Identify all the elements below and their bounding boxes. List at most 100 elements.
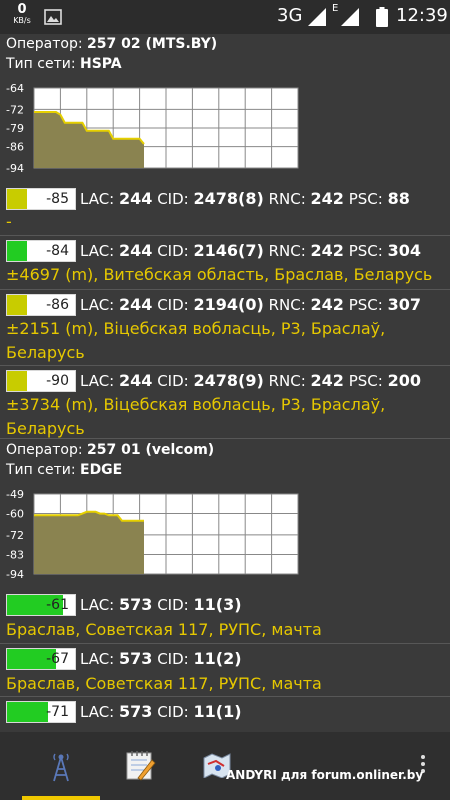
menu-dot [421,755,425,759]
network-type-label: Тип сети: [6,462,76,478]
rnc-value: 242 [310,189,344,208]
divider [0,235,450,236]
lac-label: LAC: [80,372,115,390]
rnc-label: RNC: [268,296,306,314]
psc-value: 304 [387,241,422,260]
rnc-label: RNC: [268,190,306,208]
cell-params: LAC: 573 CID: 11(2) [80,649,242,668]
rnc-value: 242 [310,241,344,260]
cell-location: - [6,212,12,231]
chart-y-tick-label: -64 [6,82,24,95]
cid-label: CID: [157,703,189,721]
signal-level-bar: -61 [6,594,76,616]
secondary-network: E [332,3,339,14]
divider [0,365,450,366]
tab-log[interactable] [100,732,178,800]
network-type-line: Тип сети: HSPA [6,56,122,72]
divider [0,438,450,439]
cell-params: LAC: 244 CID: 2146(7) RNC: 242 PSC: 304 [80,241,421,260]
cell-location: ±4697 (m), Витебская область, Браслав, Б… [6,265,433,284]
signal-history-chart: -49 -60 -72 -83 -94 [6,488,299,580]
chart-y-tick-label: -94 [6,162,24,174]
chart-y-tick-label: -60 [6,508,24,521]
cid-value: 2194(0) [193,295,264,314]
cell-row[interactable]: -61 LAC: 573 CID: 11(3) Браслав, Советск… [0,592,450,644]
network-type-value: HSPA [80,56,122,72]
operator-line: Оператор: 257 02 (MTS.BY) [6,36,217,52]
psc-label: PSC: [348,190,383,208]
rnc-value: 242 [310,295,344,314]
cell-row[interactable]: -90 LAC: 244 CID: 2478(9) RNC: 242 PSC: … [0,368,450,440]
cell-row[interactable]: -84 LAC: 244 CID: 2146(7) RNC: 242 PSC: … [0,238,450,290]
cell-location: ±2151 (m), Віцебская вобласць, Р3, Брасл… [6,319,386,362]
chart-y-tick-label: -72 [6,103,24,116]
psc-value: 88 [387,189,410,208]
cell-params: LAC: 573 CID: 11(1) [80,702,242,721]
cell-location: Браслав, Советская 117, РУПС, мачта [6,620,322,639]
lac-label: LAC: [80,296,115,314]
cid-value: 2478(9) [193,371,264,390]
operator-name: 257 01 (velcom) [87,442,215,458]
cell-params: LAC: 573 CID: 11(3) [80,595,242,614]
psc-label: PSC: [348,242,383,260]
operator-line: Оператор: 257 01 (velcom) [6,442,214,458]
rnc-label: RNC: [268,242,306,260]
image-icon [44,9,62,25]
signal-level-value: -67 [46,651,69,667]
chart-y-tick-label: -94 [6,568,24,580]
lac-value: 244 [119,371,153,390]
signal-icon [308,8,326,26]
signal-level-value: -84 [46,243,69,259]
cell-row[interactable]: -71 LAC: 573 CID: 11(1) [0,700,450,732]
tab-cell-info[interactable] [22,732,100,800]
operator-label: Оператор: [6,36,83,52]
cell-info-list[interactable]: Оператор: 257 02 (MTS.BY) Тип сети: HSPA… [0,34,450,732]
chart-y-tick-label: -72 [6,529,24,542]
cid-label: CID: [157,242,189,260]
cell-params: LAC: 244 CID: 2478(8) RNC: 242 PSC: 88 [80,189,410,208]
cell-row[interactable]: -85 LAC: 244 CID: 2478(8) RNC: 242 PSC: … [0,186,450,238]
cell-params: LAC: 244 CID: 2194(0) RNC: 242 PSC: 307 [80,295,421,314]
notepad-icon [126,751,156,781]
active-tab-indicator [22,796,100,800]
divider [0,696,450,697]
signal-level-value: -86 [46,297,69,313]
lac-value: 244 [119,295,153,314]
lac-value: 244 [119,241,153,260]
cell-row[interactable]: -67 LAC: 573 CID: 11(2) Браслав, Советск… [0,646,450,698]
signal-history-chart: -64 -72 -79 -86 -94 [6,82,299,174]
divider [0,643,450,644]
signal-level-value: -61 [46,597,69,613]
lac-value: 573 [119,649,153,668]
clock: 12:39 [396,5,448,26]
lac-value: 244 [119,189,153,208]
lac-value: 573 [119,702,153,721]
lac-label: LAC: [80,190,115,208]
cell-tower-icon [53,753,69,782]
battery-icon [376,7,388,27]
speed-unit: KB/s [13,16,31,25]
signal-level-fill [7,295,28,315]
signal-level-fill [7,702,48,722]
chart-y-tick-label: -79 [6,122,24,135]
psc-value: 307 [387,295,422,314]
signal-level-value: -90 [46,373,69,389]
tab-map[interactable] [178,732,256,800]
divider [0,289,450,290]
signal-level-value: -71 [46,704,69,720]
cid-label: CID: [157,190,189,208]
cid-value: 2146(7) [193,241,264,260]
cell-location: ±3734 (m), Віцебская вобласць, Р3, Брасл… [6,395,386,438]
speed-value: 0 [17,2,27,17]
signal-level-bar: -86 [6,294,76,316]
signal-icon [341,8,359,26]
chart-y-tick-label: -49 [6,488,24,501]
bottom-navigation [0,732,450,800]
chart-y-tick-label: -83 [6,548,24,561]
lac-label: LAC: [80,242,115,260]
cell-row[interactable]: -86 LAC: 244 CID: 2194(0) RNC: 242 PSC: … [0,292,450,366]
cid-label: CID: [157,650,189,668]
rnc-label: RNC: [268,372,306,390]
cid-label: CID: [157,372,189,390]
lac-label: LAC: [80,650,115,668]
